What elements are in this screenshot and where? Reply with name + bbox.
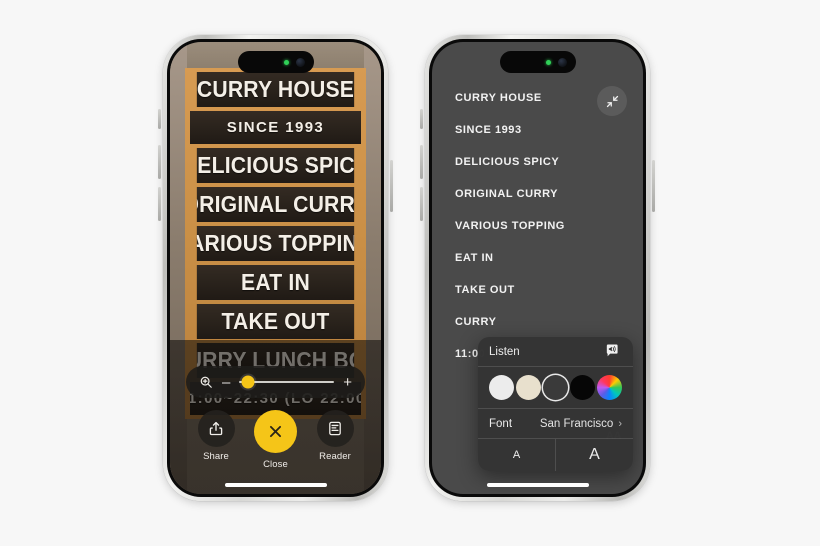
font-label: Font [489, 417, 513, 430]
chevron-right-icon: › [618, 417, 622, 430]
reader-button-circle [316, 410, 354, 447]
font-value-group: San Francisco › [540, 418, 622, 430]
front-camera-lens-icon [295, 57, 305, 67]
power-button[interactable] [390, 160, 393, 212]
sign-row: EAT IN [196, 265, 355, 300]
reader-line[interactable]: CURRY [455, 316, 627, 328]
dynamic-island [237, 51, 314, 73]
zoom-decrease-button[interactable]: – [222, 375, 230, 390]
text-size-row: A A [478, 439, 633, 471]
zoom-slider-track[interactable] [239, 375, 335, 389]
sign-row: VARIOUS TOPPING [196, 226, 355, 261]
text-size-decrease-button[interactable]: A [478, 439, 556, 471]
font-row[interactable]: Font San Francisco › [478, 409, 633, 438]
close-button-label: Close [263, 459, 288, 470]
right-iphone-device: CURRY HOUSE SINCE 1993 DELICIOUS SPICY O… [420, 35, 655, 501]
close-button-circle [254, 410, 297, 453]
home-indicator[interactable] [224, 483, 327, 487]
reader-line[interactable]: SINCE 1993 [455, 124, 627, 136]
text-size-increase-button[interactable]: A [556, 439, 633, 471]
reader-button[interactable]: Reader [307, 410, 363, 462]
reader-line[interactable]: DELICIOUS SPICY [455, 156, 627, 168]
silent-switch[interactable] [158, 109, 161, 129]
right-phone-screen: CURRY HOUSE SINCE 1993 DELICIOUS SPICY O… [432, 42, 643, 494]
volume-up-button[interactable] [420, 145, 423, 179]
dynamic-island [499, 51, 576, 73]
reader-line[interactable]: TAKE OUT [455, 284, 627, 296]
right-phone-bezel: CURRY HOUSE SINCE 1993 DELICIOUS SPICY O… [429, 39, 646, 497]
volume-up-button[interactable] [158, 145, 161, 179]
left-phone-bezel: CURRY HOUSE SINCE 1993 DELICIOUS SPICY O… [167, 39, 384, 497]
volume-down-button[interactable] [420, 187, 423, 221]
collapse-button[interactable] [597, 86, 627, 116]
reader-button-label: Reader [319, 451, 351, 462]
color-wheel-icon[interactable] [597, 375, 622, 400]
left-phone-screen: CURRY HOUSE SINCE 1993 DELICIOUS SPICY O… [170, 42, 381, 494]
share-button-circle [197, 410, 235, 447]
camera-active-indicator-icon [283, 59, 289, 65]
reader-view-container: CURRY HOUSE SINCE 1993 DELICIOUS SPICY O… [432, 42, 643, 494]
zoom-increase-button[interactable]: + [343, 375, 352, 390]
screenshot-canvas: CURRY HOUSE SINCE 1993 DELICIOUS SPICY O… [0, 0, 820, 546]
sign-row: DELICIOUS SPICY [196, 148, 355, 183]
theme-swatch-white[interactable] [489, 375, 514, 400]
share-button-label: Share [203, 451, 229, 462]
sign-row: TAKE OUT [196, 304, 355, 339]
zoom-slider-control[interactable]: – + [186, 366, 365, 398]
sign-row: SINCE 1993 [190, 111, 361, 144]
reader-line[interactable]: VARIOUS TOPPING [455, 220, 627, 232]
reader-document-icon [329, 421, 341, 436]
reader-line[interactable]: ORIGINAL CURRY [455, 188, 627, 200]
front-camera-lens-icon [557, 57, 567, 67]
left-iphone-device: CURRY HOUSE SINCE 1993 DELICIOUS SPICY O… [158, 35, 393, 501]
theme-swatch-sepia[interactable] [516, 375, 541, 400]
camera-active-indicator-icon [545, 59, 551, 65]
magnifier-plus-icon [200, 376, 212, 388]
home-indicator[interactable] [486, 483, 589, 487]
power-button[interactable] [652, 160, 655, 212]
sign-row: ORIGINAL CURRY [196, 187, 355, 222]
collapse-arrows-icon [606, 95, 618, 107]
share-button[interactable]: Share [188, 410, 244, 462]
zoom-slider-thumb[interactable] [241, 375, 255, 389]
listen-label: Listen [489, 345, 520, 358]
speaker-wave-icon [606, 344, 618, 357]
font-value: San Francisco [539, 417, 614, 430]
reader-settings-popover: Listen Font San Francisco › A A [478, 337, 633, 471]
bottom-action-bar: Share Close Reader [170, 410, 381, 470]
volume-down-button[interactable] [158, 187, 161, 221]
theme-swatch-row [478, 367, 633, 408]
close-x-icon [269, 425, 282, 438]
close-button[interactable]: Close [248, 410, 304, 470]
reader-line[interactable]: EAT IN [455, 252, 627, 264]
silent-switch[interactable] [420, 109, 423, 129]
sign-row: CURRY HOUSE [196, 72, 355, 107]
share-icon [209, 421, 223, 436]
theme-swatch-gray-selected[interactable] [543, 375, 568, 400]
listen-row[interactable]: Listen [478, 337, 633, 366]
theme-swatch-black[interactable] [570, 375, 595, 400]
